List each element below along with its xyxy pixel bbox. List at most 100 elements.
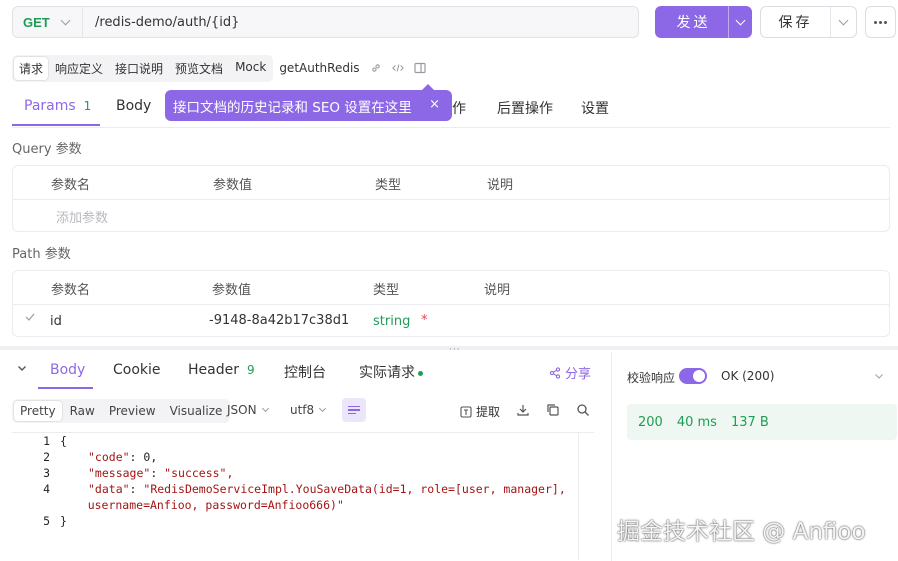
extract-icon <box>460 405 472 418</box>
active-tab-indicator <box>38 387 93 389</box>
tab-params-label: Params <box>24 98 76 114</box>
chevron-down-icon <box>261 404 269 412</box>
format-preview[interactable]: Preview <box>103 401 162 421</box>
column-header: 类型 <box>375 178 402 193</box>
line-number: 1 <box>43 434 50 448</box>
tooltip-arrow <box>422 84 434 90</box>
save-label: 保存 <box>778 15 813 31</box>
validate-response-toggle[interactable] <box>679 368 707 384</box>
row-divider <box>13 304 889 305</box>
format-raw[interactable]: Raw <box>64 401 101 421</box>
doc-tab-group: 请求 响应定义 接口说明 预览文档 Mock <box>12 54 274 82</box>
format-tabs: Pretty Raw Preview Visualize <box>12 399 231 423</box>
response-tab-header[interactable]: Header 9 <box>188 362 255 378</box>
line-number: 3 <box>43 466 50 480</box>
response-stats: 200 40 ms 137 B <box>627 404 897 440</box>
column-header: 类型 <box>373 283 400 298</box>
send-options-button[interactable] <box>728 6 752 38</box>
format-visualize[interactable]: Visualize <box>164 401 229 421</box>
response-body-editor[interactable]: 1 2 3 4 5 { "code": 0, "message": "succe… <box>12 432 594 560</box>
response-tab-body[interactable]: Body <box>50 362 85 378</box>
param-value[interactable]: -9148-8a42b17c38d1 <box>209 313 349 328</box>
json-key: "code" <box>88 450 130 464</box>
response-tab-actual-request[interactable]: 实际请求 <box>359 362 423 382</box>
json-key: "data" <box>88 482 130 496</box>
method-select[interactable]: GET <box>13 7 83 37</box>
line-number: 4 <box>43 482 50 496</box>
editor-scrollbar[interactable] <box>578 432 594 560</box>
url-bar: GET /redis-demo/auth/{id} <box>12 6 639 38</box>
params-count: 1 <box>83 99 92 113</box>
json-value: "success", <box>157 466 234 480</box>
format-select-value: JSON <box>227 403 257 417</box>
row-divider <box>13 199 889 200</box>
column-header: 参数值 <box>212 283 252 298</box>
wrap-icon-line <box>348 409 360 411</box>
tab-params[interactable]: Params 1 <box>24 98 91 114</box>
extract-button[interactable]: 提取 <box>460 403 500 420</box>
param-type[interactable]: string <box>373 314 410 329</box>
link-icon[interactable] <box>370 62 382 74</box>
split-panel-icon[interactable] <box>413 62 426 74</box>
path-params-table: 参数名 参数值 类型 说明 id -9148-8a42b17c38d1 stri… <box>12 270 890 337</box>
more-button[interactable] <box>865 6 896 38</box>
collapse-icon[interactable] <box>17 362 27 372</box>
tab-mock[interactable]: Mock <box>230 57 271 80</box>
header-count: 9 <box>246 363 255 377</box>
chevron-down-icon <box>60 15 71 25</box>
tab-post-operation[interactable]: 后置操作 <box>497 98 553 118</box>
add-param-input[interactable]: 添加参数 <box>56 207 108 226</box>
search-icon[interactable] <box>576 403 590 417</box>
required-marker: * <box>421 313 428 328</box>
json-key: "message" <box>88 466 151 480</box>
checkbox-checked-icon[interactable] <box>25 311 35 321</box>
send-button[interactable]: 发送 <box>655 6 752 38</box>
save-button[interactable]: 保存 <box>760 6 857 38</box>
chevron-down-icon[interactable] <box>874 370 884 380</box>
share-button[interactable]: 分享 <box>549 363 591 382</box>
tab-api-description[interactable]: 接口说明 <box>110 57 168 80</box>
tab-settings[interactable]: 设置 <box>581 98 609 118</box>
response-tab-console[interactable]: 控制台 <box>284 362 326 382</box>
json-value: 0, <box>136 450 158 464</box>
close-icon[interactable]: × <box>429 97 440 112</box>
doc-tabs: 请求 响应定义 接口说明 预览文档 Mock getAuthRedis <box>12 54 426 82</box>
drag-handle-icon[interactable]: ··· <box>449 345 461 355</box>
more-icon-dot <box>879 20 882 24</box>
code-line-wrapped: username=Anfioo, password=Anfioo666)" <box>60 498 344 512</box>
more-icon-dot <box>884 20 887 24</box>
download-icon[interactable] <box>516 403 530 417</box>
code-icon[interactable] <box>391 62 404 74</box>
save-options-button[interactable] <box>830 7 856 37</box>
tab-pre-operation[interactable]: 作 <box>452 98 466 118</box>
tab-response-definition[interactable]: 响应定义 <box>50 57 108 80</box>
url-input[interactable]: /redis-demo/auth/{id} <box>83 15 239 30</box>
format-select[interactable]: JSON <box>227 403 269 417</box>
line-number: 5 <box>43 514 50 528</box>
format-pretty[interactable]: Pretty <box>14 401 62 421</box>
column-header: 说明 <box>484 283 511 298</box>
wrap-icon-line <box>348 412 356 415</box>
query-section-title: Query 参数 <box>12 142 82 157</box>
tab-body[interactable]: Body <box>116 98 151 114</box>
wrap-lines-button[interactable] <box>342 398 366 422</box>
api-name[interactable]: getAuthRedis <box>279 61 359 75</box>
share-label: 分享 <box>565 367 592 382</box>
response-tab-cookie[interactable]: Cookie <box>113 362 161 378</box>
response-time: 40 ms <box>676 414 717 430</box>
validation-status: OK (200) <box>721 369 775 383</box>
param-name[interactable]: id <box>50 314 62 329</box>
chevron-down-icon <box>838 15 849 25</box>
status-code: 200 <box>638 414 663 430</box>
tab-preview-doc[interactable]: 预览文档 <box>170 57 228 80</box>
tab-request[interactable]: 请求 <box>14 56 49 80</box>
column-header: 说明 <box>487 178 514 193</box>
send-label: 发送 <box>676 15 711 31</box>
code-line: { <box>60 434 67 448</box>
copy-icon[interactable] <box>546 403 560 417</box>
wrap-icon <box>348 405 360 408</box>
column-header: 参数值 <box>213 178 253 193</box>
encoding-select[interactable]: utf8 <box>290 403 327 417</box>
method-label: GET <box>23 14 50 30</box>
column-header: 参数名 <box>51 178 91 193</box>
